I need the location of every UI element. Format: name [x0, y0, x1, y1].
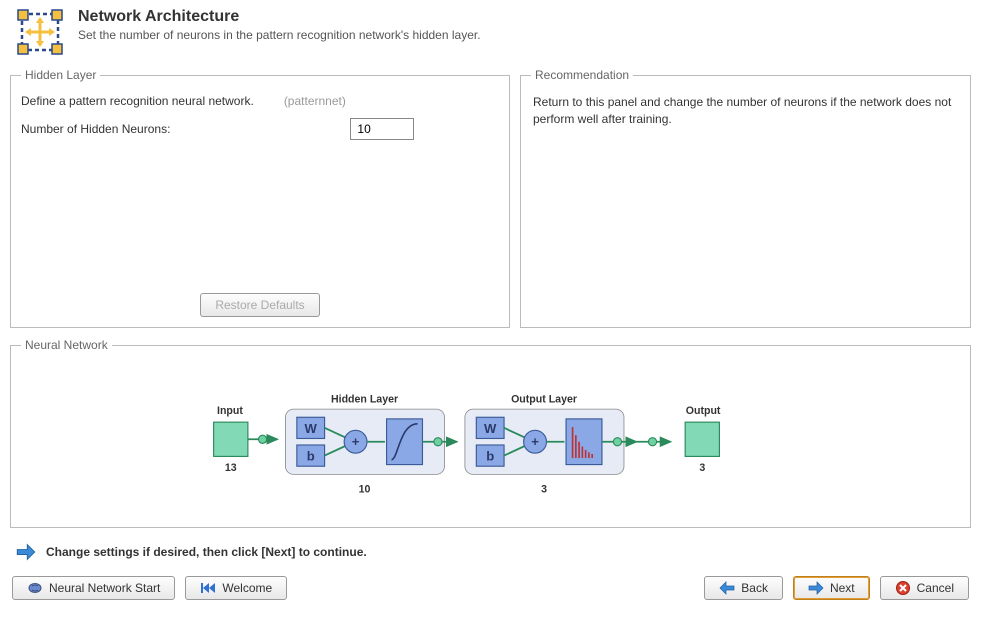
welcome-button[interactable]: Welcome: [185, 576, 287, 600]
network-arch-icon: [16, 8, 64, 56]
neurons-input[interactable]: [350, 118, 414, 140]
cancel-button[interactable]: Cancel: [880, 576, 969, 600]
diagram-output-layer-label: Output Layer: [511, 393, 577, 405]
neural-network-legend: Neural Network: [21, 338, 112, 352]
restore-defaults-button[interactable]: Restore Defaults: [200, 293, 319, 317]
recommendation-panel: Recommendation Return to this panel and …: [520, 68, 971, 328]
arrow-left-icon: [719, 580, 735, 596]
diagram-input-label: Input: [217, 405, 243, 417]
diagram-hidden-size: 10: [358, 483, 370, 495]
diagram-output-layer-size: 3: [541, 483, 547, 495]
diagram-output-box: [685, 422, 719, 456]
svg-text:W: W: [484, 420, 497, 435]
neural-network-start-button[interactable]: Neural Network Start: [12, 576, 175, 600]
hidden-layer-panel: Hidden Layer Define a pattern recognitio…: [10, 68, 510, 328]
neurons-label: Number of Hidden Neurons:: [21, 122, 170, 136]
header-text: Network Architecture Set the number of n…: [78, 8, 481, 42]
header: Network Architecture Set the number of n…: [0, 0, 981, 68]
diagram-input-box: [213, 422, 247, 456]
page-title: Network Architecture: [78, 8, 481, 26]
diagram-output-size: 3: [699, 462, 705, 474]
cancel-icon: [895, 580, 911, 596]
next-button[interactable]: Next: [793, 576, 870, 600]
diagram-output-label: Output: [685, 405, 720, 417]
hint-row: Change settings if desired, then click […: [0, 528, 981, 568]
network-diagram: Input 13 Hidden Layer W b +: [11, 362, 970, 527]
rewind-icon: [200, 580, 216, 596]
svg-text:+: +: [531, 433, 539, 448]
function-name: (patternnet): [284, 94, 346, 108]
diagram-hidden-label: Hidden Layer: [330, 393, 397, 405]
recommendation-text: Return to this panel and change the numb…: [531, 90, 960, 132]
back-button[interactable]: Back: [704, 576, 783, 600]
hidden-layer-legend: Hidden Layer: [21, 68, 100, 82]
svg-text:W: W: [304, 420, 317, 435]
page-subtitle: Set the number of neurons in the pattern…: [78, 28, 481, 42]
hint-text: Change settings if desired, then click […: [46, 545, 367, 559]
brain-icon: [27, 580, 43, 596]
svg-text:+: +: [351, 433, 359, 448]
svg-text:b: b: [306, 448, 314, 463]
neural-network-panel: Neural Network Input 13 Hidden Layer W: [10, 338, 971, 528]
footer: Neural Network Start Welcome Back Next C…: [0, 568, 981, 608]
arrow-right-icon: [808, 580, 824, 596]
recommendation-legend: Recommendation: [531, 68, 633, 82]
diagram-input-size: 13: [224, 462, 236, 474]
arrow-right-icon: [16, 542, 36, 562]
define-text: Define a pattern recognition neural netw…: [21, 94, 254, 108]
svg-text:b: b: [486, 448, 494, 463]
